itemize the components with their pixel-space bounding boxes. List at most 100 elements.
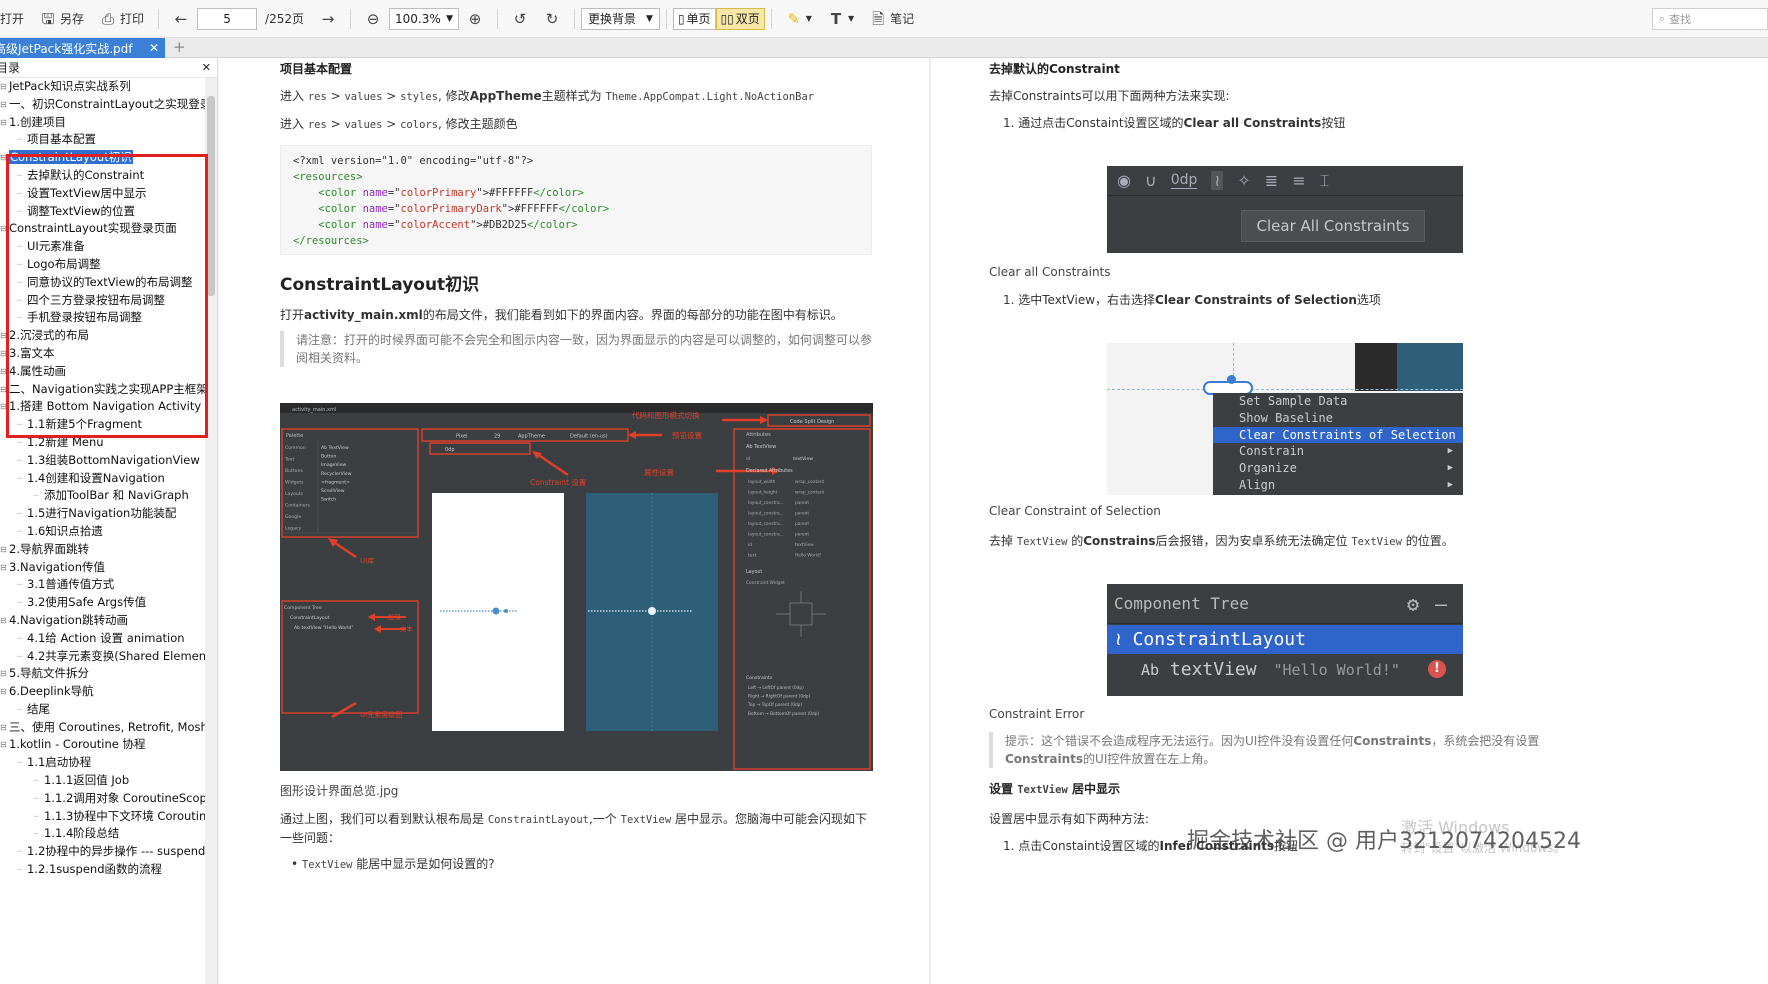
expand-icon[interactable]: ⊟ <box>0 114 7 132</box>
outline-item[interactable]: ⊟ 1.kotlin - Coroutine 协程 <box>0 736 205 754</box>
context-menu-item[interactable]: Align ▶ <box>1213 477 1463 494</box>
save-as-button[interactable]: 🖫 另存 <box>32 6 92 32</box>
context-menu-item[interactable]: Clear Constraints of Selection <box>1213 426 1463 444</box>
expand-icon[interactable]: ⊟ <box>0 736 7 754</box>
context-menu-item[interactable]: Organize ▶ <box>1213 460 1463 477</box>
expand-icon[interactable]: ⊟ <box>0 719 7 737</box>
outline-item[interactable]: ⊟ 1.搭建 Bottom Navigation Activity <box>0 398 205 416</box>
outline-item[interactable]: ─ 添加ToolBar 和 NaviGraph <box>0 487 205 505</box>
outline-item[interactable]: ─ 调整TextView的位置 <box>0 203 205 221</box>
outline-item[interactable]: ─ 1.2.1suspend函数的流程 <box>0 861 205 879</box>
outline-item[interactable]: ─ 去掉默认的Constraint <box>0 167 205 185</box>
zoom-in-button[interactable]: ⊕ <box>459 6 491 32</box>
rotate-right-icon: ↻ <box>545 9 559 28</box>
text-tool-button[interactable]: T ▼ <box>820 6 862 32</box>
sidebar-scrollbar[interactable] <box>205 78 217 984</box>
sidebar-scroll-thumb[interactable] <box>207 96 215 296</box>
tree-root-row: ≀ ConstraintLayout <box>1107 625 1463 654</box>
outline-item[interactable]: ─ UI元素准备 <box>0 238 205 256</box>
outline-item[interactable]: ⊟ 6.Deeplink导航 <box>0 683 205 701</box>
outline-item[interactable]: ⊟ 2.导航界面跳转 <box>0 541 205 559</box>
fig-palette-item: ImageView <box>321 462 347 468</box>
outline-item[interactable]: ─ 1.5进行Navigation功能装配 <box>0 505 205 523</box>
expand-icon[interactable]: ⊟ <box>0 363 7 381</box>
outline-item[interactable]: ─ 设置TextView居中显示 <box>0 185 205 203</box>
close-sidebar-icon[interactable]: ✕ <box>202 61 211 74</box>
outline-item[interactable]: ─ 1.1新建5个Fragment <box>0 416 205 434</box>
outline-item[interactable]: ⊟ 5.导航文件拆分 <box>0 665 205 683</box>
outline-item[interactable]: ─ 1.2协程中的异步操作 --- suspend函数 <box>0 843 205 861</box>
text-run: 通过上图，我们可以看到默认根布局是 <box>280 812 488 826</box>
expand-icon[interactable]: ⊟ <box>0 381 7 399</box>
outline-item[interactable]: ⊟ 3.富文本 <box>0 345 205 363</box>
expand-icon[interactable]: ⊟ <box>0 612 7 630</box>
outline-item[interactable]: ⊟ 2.沉浸式的布局 <box>0 327 205 345</box>
zoom-out-button[interactable]: ⊖ <box>357 6 389 32</box>
context-menu-item[interactable]: Set Sample Data <box>1213 393 1463 410</box>
outline-item[interactable]: ─ 1.1.4阶段总结 <box>0 825 205 843</box>
single-page-button[interactable]: ▯ 单页 <box>672 7 716 30</box>
outline-item[interactable]: ─ Logo布局调整 <box>0 256 205 274</box>
highlighter-button[interactable]: ✎ ▼ <box>778 6 820 32</box>
outline-item[interactable]: ─ 同意协议的TextView的布局调整 <box>0 274 205 292</box>
outline-item[interactable]: ⊟ 4.属性动画 <box>0 363 205 381</box>
next-page-button[interactable]: → <box>312 6 344 32</box>
expand-icon[interactable]: ⊟ <box>0 78 7 96</box>
document-tab[interactable]: 高级JetPack强化实战.pdf ✕ <box>0 38 165 58</box>
close-tab-icon[interactable]: ✕ <box>149 41 159 55</box>
rotate-left-button[interactable]: ↺ <box>504 6 536 32</box>
fig-label-text: 文本 <box>400 624 414 633</box>
outline-item[interactable]: ⊟ ConstraintLayout初识 <box>0 149 205 167</box>
outline-item[interactable]: ⊟ ConstraintLayout实现登录页面 <box>0 220 205 238</box>
print-button[interactable]: ⎙ 打印 <box>92 6 152 32</box>
tree-connector: ─ <box>17 242 22 252</box>
expand-icon[interactable]: ⊟ <box>0 149 7 167</box>
context-menu-item[interactable]: Constrain ▶ <box>1213 443 1463 460</box>
zoom-select[interactable]: 100.3% ▼ <box>389 7 459 30</box>
new-tab-button[interactable]: + <box>173 38 186 58</box>
outline-item[interactable]: ─ 4.1给 Action 设置 animation <box>0 630 205 648</box>
outline-item[interactable]: ─ 4.2共享元素变换(Shared Element Transition) <box>0 648 205 666</box>
outline-item[interactable]: ⊟三、使用 Coroutines, Retrofit, Moshi实现网络请求 <box>0 719 205 737</box>
outline-item[interactable]: ─ 1.1.2调用对象 CoroutineScope <box>0 790 205 808</box>
outline-item[interactable]: ⊟ 4.Navigation跳转动画 <box>0 612 205 630</box>
outline-item[interactable]: ⊟一、初识ConstraintLayout之实现登录页面 <box>0 96 205 114</box>
outline-item[interactable]: ─ 手机登录按钮布局调整 <box>0 309 205 327</box>
expand-icon[interactable]: ⊟ <box>0 559 7 577</box>
context-menu-label: Clear Constraints of Selection <box>1239 427 1456 442</box>
open-button[interactable]: 打开 <box>0 6 32 32</box>
outline-item[interactable]: ⊟ 3.Navigation传值 <box>0 559 205 577</box>
outline-item[interactable]: ─ 1.4创建和设置Navigation <box>0 470 205 488</box>
background-select[interactable]: 更换背景 ▼ <box>581 7 660 30</box>
expand-icon[interactable]: ⊟ <box>0 665 7 683</box>
outline-item[interactable]: ─ 四个三方登录按钮布局调整 <box>0 292 205 310</box>
tree-connector: ─ <box>17 758 22 768</box>
rotate-right-button[interactable]: ↻ <box>536 6 568 32</box>
search-input[interactable]: ⌕ 查找 <box>1652 8 1768 30</box>
outline-item[interactable]: ─ 3.1普通传值方式 <box>0 576 205 594</box>
context-menu-item[interactable]: Show Baseline <box>1213 410 1463 427</box>
outline-item[interactable]: ─ 1.1.3协程中下文环境 CoroutineContext <box>0 808 205 826</box>
expand-icon[interactable]: ⊟ <box>0 345 7 363</box>
outline-item[interactable]: ─ 3.2使用Safe Args传值 <box>0 594 205 612</box>
outline-item[interactable]: ⊟ JetPack知识点实战系列 <box>0 78 205 96</box>
outline-item[interactable]: ─ 1.3组装BottomNavigationView <box>0 452 205 470</box>
expand-icon[interactable]: ⊟ <box>0 541 7 559</box>
outline-item[interactable]: ─ 结尾 <box>0 701 205 719</box>
notes-button[interactable]: 🗎 笔记 <box>862 6 922 32</box>
expand-icon[interactable]: ⊟ <box>0 683 7 701</box>
expand-icon[interactable]: ⊟ <box>0 327 7 345</box>
outline-item[interactable]: ─ 1.1.1返回值 Job <box>0 772 205 790</box>
outline-item[interactable]: ─ 项目基本配置 <box>0 131 205 149</box>
page-number-input[interactable]: 5 <box>197 7 258 30</box>
outline-item[interactable]: ─ 1.1启动协程 <box>0 754 205 772</box>
outline-item[interactable]: ─ 1.2新建 Menu <box>0 434 205 452</box>
outline-item[interactable]: ─ 1.6知识点拾遗 <box>0 523 205 541</box>
expand-icon[interactable]: ⊟ <box>0 398 7 416</box>
double-page-button[interactable]: ▯▯ 双页 <box>715 7 765 30</box>
outline-item[interactable]: ⊟二、Navigation实践之实现APP主框架以及Navigation <box>0 381 205 399</box>
outline-item[interactable]: ⊟ 1.创建项目 <box>0 114 205 132</box>
expand-icon[interactable]: ⊟ <box>0 220 7 238</box>
expand-icon[interactable]: ⊟ <box>0 96 7 114</box>
prev-page-button[interactable]: ← <box>165 6 197 32</box>
